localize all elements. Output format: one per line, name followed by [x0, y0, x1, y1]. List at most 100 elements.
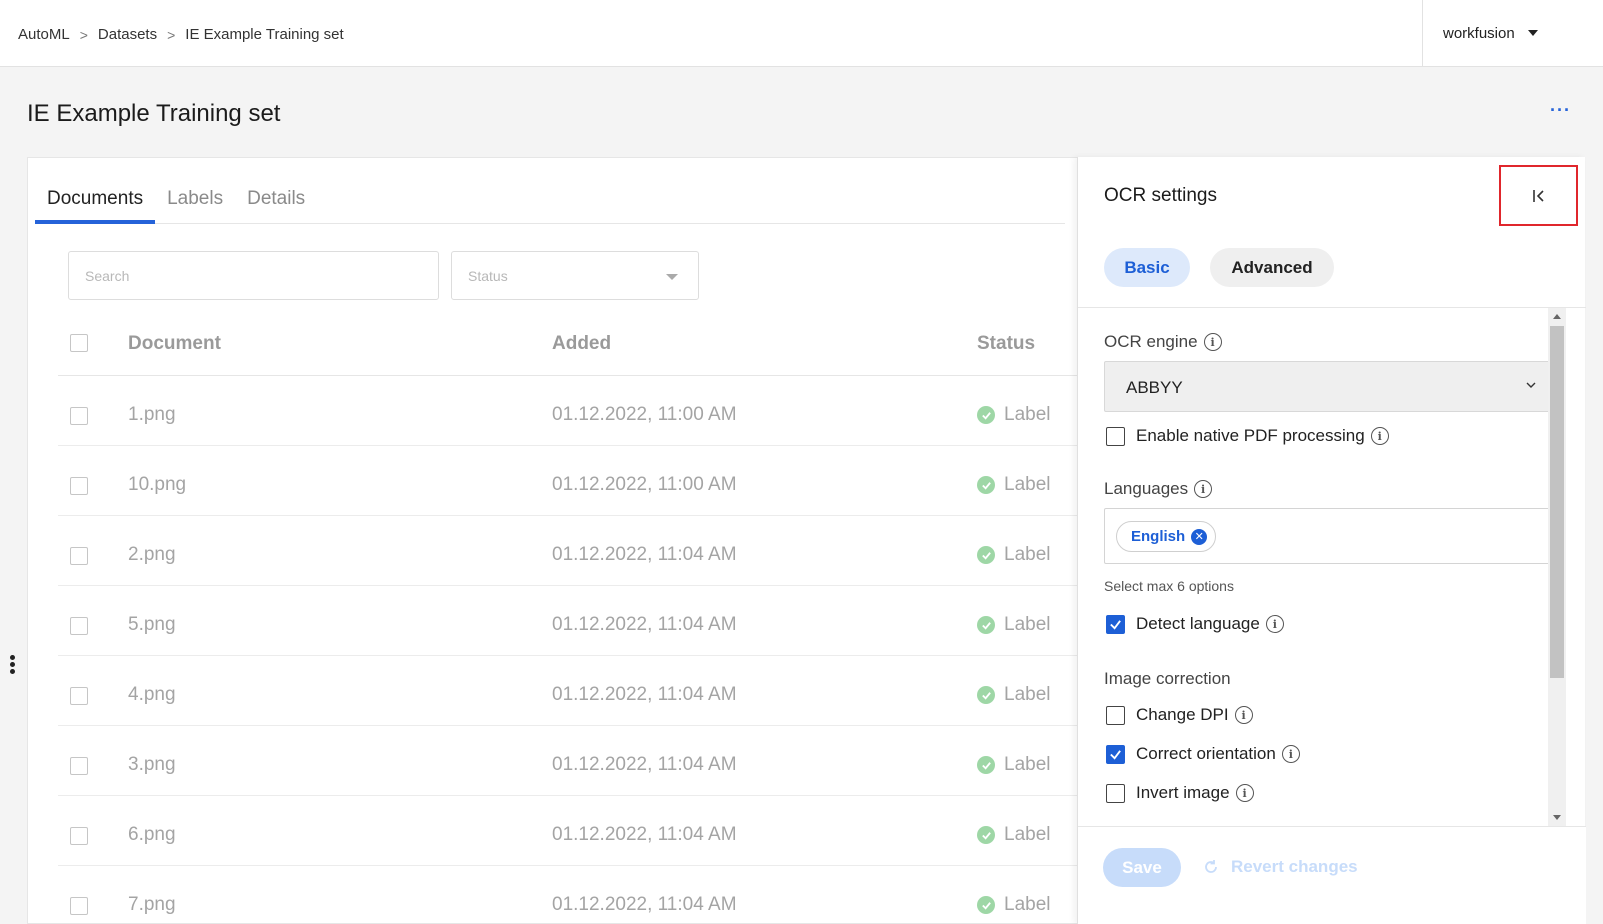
column-header-document[interactable]: Document: [128, 333, 221, 355]
check-circle-icon: [977, 686, 995, 704]
table-row[interactable]: 4.png 01.12.2022, 11:04 AM Label: [58, 656, 1078, 726]
added-date: 01.12.2022, 11:00 AM: [552, 404, 737, 425]
languages-hint: Select max 6 options: [1104, 578, 1234, 594]
row-checkbox[interactable]: [70, 757, 88, 775]
languages-multiselect[interactable]: English ✕: [1104, 508, 1556, 564]
info-icon[interactable]: i: [1370, 427, 1389, 445]
search-input[interactable]: Search: [68, 251, 439, 300]
invert-image-checkbox[interactable]: [1106, 783, 1125, 803]
revert-changes-label: Revert changes: [1231, 857, 1358, 876]
chevron-down-icon: [1526, 382, 1536, 388]
tab-details[interactable]: Details: [235, 158, 317, 224]
tab-advanced[interactable]: Advanced: [1210, 248, 1334, 287]
table-row[interactable]: 7.png 01.12.2022, 11:04 AM Label: [58, 866, 1078, 924]
row-checkbox[interactable]: [70, 897, 88, 915]
row-checkbox[interactable]: [70, 687, 88, 705]
table-row[interactable]: 5.png 01.12.2022, 11:04 AM Label: [58, 586, 1078, 656]
more-options-button[interactable]: ···: [1550, 100, 1571, 121]
invert-image-option[interactable]: Invert image i: [1106, 783, 1254, 803]
status-cell: Label: [977, 754, 1051, 776]
invert-image-label: Invert image: [1136, 783, 1230, 802]
table-row[interactable]: 10.png 01.12.2022, 11:00 AM Label: [58, 446, 1078, 516]
table-row[interactable]: 2.png 01.12.2022, 11:04 AM Label: [58, 516, 1078, 586]
info-icon[interactable]: i: [1203, 333, 1222, 351]
info-icon[interactable]: i: [1265, 615, 1284, 633]
status-filter-select[interactable]: Status: [451, 251, 699, 300]
check-circle-icon: [977, 826, 995, 844]
status-cell: Label: [977, 684, 1051, 706]
added-date: 01.12.2022, 11:04 AM: [552, 824, 737, 845]
scrollbar-thumb[interactable]: [1550, 326, 1564, 678]
check-circle-icon: [977, 406, 995, 424]
scroll-up-icon[interactable]: [1553, 314, 1561, 319]
checkmark-icon: [1110, 619, 1121, 630]
row-checkbox[interactable]: [70, 407, 88, 425]
row-checkbox[interactable]: [70, 477, 88, 495]
user-name: workfusion: [1443, 24, 1515, 42]
added-date: 01.12.2022, 11:04 AM: [552, 894, 737, 915]
change-dpi-checkbox[interactable]: [1106, 705, 1125, 725]
image-correction-label: Image correction: [1104, 669, 1231, 688]
detect-language-option[interactable]: Detect language i: [1106, 614, 1284, 634]
document-name[interactable]: 6.png: [128, 824, 176, 846]
table-row[interactable]: 6.png 01.12.2022, 11:04 AM Label: [58, 796, 1078, 866]
info-icon[interactable]: i: [1194, 480, 1213, 498]
change-dpi-label: Change DPI: [1136, 705, 1229, 724]
save-button[interactable]: Save: [1103, 848, 1181, 887]
revert-changes-button[interactable]: Revert changes: [1203, 857, 1358, 877]
detect-language-checkbox[interactable]: [1106, 614, 1125, 634]
row-checkbox[interactable]: [70, 617, 88, 635]
collapse-panel-button[interactable]: [1499, 165, 1578, 226]
row-checkbox[interactable]: [70, 827, 88, 845]
panel-footer: Save Revert changes: [1078, 826, 1586, 924]
tab-documents[interactable]: Documents: [35, 158, 156, 224]
scrollbar[interactable]: [1548, 308, 1566, 826]
breadcrumb-datasets[interactable]: Datasets: [98, 26, 157, 43]
check-circle-icon: [977, 896, 995, 914]
select-all-checkbox[interactable]: [70, 334, 88, 352]
column-header-added[interactable]: Added: [552, 333, 611, 355]
document-name[interactable]: 3.png: [128, 754, 176, 776]
revert-icon: [1205, 860, 1217, 873]
added-date: 01.12.2022, 11:04 AM: [552, 754, 737, 775]
languages-label-text: Languages: [1104, 479, 1189, 498]
status-cell: Label: [977, 824, 1051, 846]
caret-down-icon: [1527, 30, 1538, 36]
column-header-status[interactable]: Status: [977, 333, 1035, 355]
page-title: IE Example Training set: [27, 100, 281, 127]
table-row[interactable]: 3.png 01.12.2022, 11:04 AM Label: [58, 726, 1078, 796]
info-icon[interactable]: i: [1235, 784, 1254, 802]
settings-scroll-area[interactable]: OCR engine i ABBYY Enable native PDF pro…: [1078, 308, 1586, 826]
ocr-engine-select[interactable]: ABBYY: [1104, 361, 1556, 412]
drag-handle-icon[interactable]: [10, 655, 16, 676]
correct-orientation-checkbox[interactable]: [1106, 744, 1125, 764]
breadcrumb-automl[interactable]: AutoML: [18, 26, 70, 43]
native-pdf-checkbox[interactable]: [1106, 426, 1125, 446]
table-row[interactable]: 1.png 01.12.2022, 11:00 AM Label: [58, 376, 1078, 446]
scroll-down-icon[interactable]: [1553, 815, 1561, 820]
correct-orientation-option[interactable]: Correct orientation i: [1106, 744, 1300, 764]
check-circle-icon: [977, 476, 995, 494]
document-name[interactable]: 2.png: [128, 544, 176, 566]
ocr-engine-value: ABBYY: [1126, 378, 1183, 397]
remove-chip-icon[interactable]: ✕: [1191, 528, 1208, 545]
status-cell: Label: [977, 894, 1051, 916]
status-text: Label: [1004, 474, 1051, 495]
document-name[interactable]: 7.png: [128, 894, 176, 916]
document-name[interactable]: 4.png: [128, 684, 176, 706]
change-dpi-option[interactable]: Change DPI i: [1106, 705, 1253, 725]
document-name[interactable]: 10.png: [128, 474, 186, 496]
info-icon[interactable]: i: [1234, 706, 1253, 724]
document-name[interactable]: 1.png: [128, 404, 176, 426]
chevron-right-icon: >: [79, 26, 88, 43]
user-menu[interactable]: workfusion: [1422, 0, 1603, 66]
native-pdf-option[interactable]: Enable native PDF processing i: [1106, 426, 1389, 446]
panel-title: OCR settings: [1104, 185, 1217, 206]
row-checkbox[interactable]: [70, 547, 88, 565]
document-name[interactable]: 5.png: [128, 614, 176, 636]
info-icon[interactable]: i: [1281, 745, 1300, 763]
tab-basic[interactable]: Basic: [1104, 248, 1190, 287]
tab-bar: Documents Labels Details: [35, 158, 1065, 224]
tab-labels[interactable]: Labels: [155, 158, 235, 224]
documents-table: Document Added Status 1.png 01.12.2022, 1…: [58, 308, 1078, 924]
